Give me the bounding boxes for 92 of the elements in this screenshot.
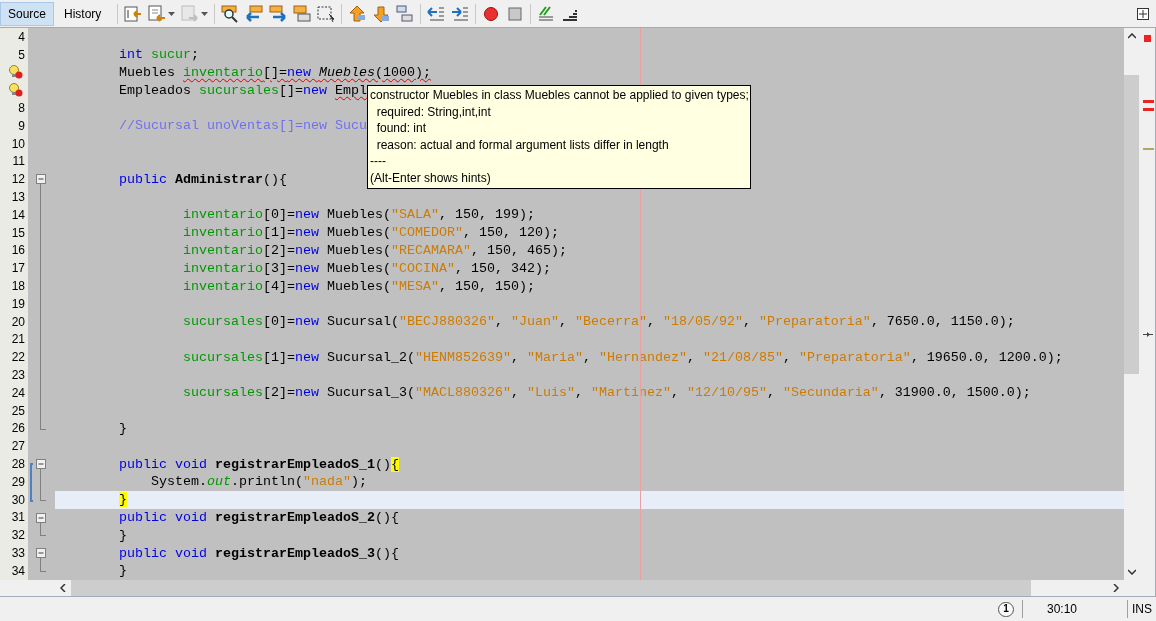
code-line: //Sucursal unoVentas[]=new Sucu [118, 117, 367, 135]
notification-bubble[interactable]: 1 [998, 601, 1014, 617]
code-line: inventario[3]=new Muebles("COCINA", 150, 342); [181, 259, 551, 277]
tooltip-line: constructor Muebles in class Muebles cannot be applied to given types; [370, 87, 748, 104]
scrollbar-thumb[interactable] [71, 580, 1031, 596]
lines-icon[interactable] [537, 4, 556, 23]
tooltip-line: found: int [375, 120, 428, 137]
line-number: 13 [11, 191, 25, 204]
line-number: 8 [18, 102, 25, 115]
chevron-down-icon [1128, 569, 1136, 575]
line-number: 34 [11, 564, 25, 577]
code-line: sucursales[1]=new Sucursal_2("HENM852639", "Maria", "Hernandez", "21/08/85", "Preparatoria", 19650.0, 1200.0); [181, 348, 1063, 366]
shapes-icon[interactable] [396, 4, 415, 23]
tooltip-line: ---- [370, 153, 387, 170]
scrollbar-thumb[interactable] [1124, 75, 1139, 374]
warning-bulb-icon[interactable] [8, 64, 24, 81]
left-arrow-icon[interactable] [245, 4, 264, 23]
tooltip-line: (Alt-Enter shows hints) [370, 169, 492, 187]
stacked-rectangles-icon[interactable] [293, 4, 312, 23]
line-number: 21 [11, 333, 25, 346]
warning-bulb-icon[interactable] [8, 82, 24, 99]
up-arrow-icon[interactable] [348, 4, 367, 23]
editor-tab[interactable]: History [56, 1, 110, 26]
line-number: 23 [11, 369, 25, 382]
last-edit-icon[interactable] [124, 4, 143, 23]
record-icon[interactable] [482, 4, 501, 23]
line-number: 27 [11, 440, 25, 453]
line-number: 28 [11, 458, 25, 470]
line-number: 18 [11, 280, 25, 293]
code-line: } [118, 526, 127, 544]
code-line: inventario[4]=new Muebles("MESA", 150, 150); [181, 277, 535, 295]
line-number: 9 [18, 119, 25, 132]
tooltip-line: required: String,int,int [375, 103, 492, 121]
dropdown-caret-icon[interactable] [168, 11, 176, 16]
selection-icon[interactable] [317, 4, 336, 23]
code-line: } [118, 419, 127, 437]
code-line: public Administrar(){ [118, 170, 287, 188]
line-number: 30 [11, 493, 25, 506]
line-number: 12 [11, 173, 25, 186]
stop-icon[interactable] [506, 4, 525, 23]
code-line: System.out.println("nada"); [149, 473, 367, 491]
code-line: public void registrarEmpleadoS_1(){ [118, 455, 399, 473]
line-number: 17 [11, 262, 25, 275]
search-icon[interactable] [221, 4, 240, 23]
shift-left-icon[interactable] [427, 4, 446, 23]
chevron-left-icon [60, 584, 66, 592]
fold-toggle-icon[interactable] [36, 174, 46, 185]
code-line: } [118, 562, 127, 580]
line-number: 4 [18, 30, 25, 43]
chevron-up-icon [1128, 33, 1136, 39]
dropdown-caret-icon[interactable] [201, 11, 209, 16]
code-line: public void registrarEmpleadoS_3(){ [118, 544, 399, 562]
insert-mode: INS [1131, 601, 1153, 618]
line-number: 19 [11, 297, 25, 310]
line-number: 11 [12, 155, 25, 168]
code-line: public void registrarEmpleadoS_2(){ [118, 508, 399, 526]
line-number: 16 [11, 244, 25, 257]
code-line: Muebles inventario[]=new Muebles(1000); [118, 64, 431, 81]
line-number: 29 [11, 475, 25, 488]
fold-toggle-icon[interactable] [36, 459, 46, 470]
line-number: 32 [11, 529, 25, 542]
notification-count: 1 [1003, 604, 1009, 614]
fold-toggle-icon[interactable] [36, 512, 46, 523]
code-line: sucursales[0]=new Sucursal("BECJ880326", "Juan", "Becerra", "18/05/92", "Preparatoria", 7650.0, 1150.0); [181, 313, 1015, 331]
editor-tab[interactable]: Source [0, 1, 55, 26]
down-arrow-icon[interactable] [372, 4, 391, 23]
line-number: 14 [11, 208, 25, 221]
code-line: inventario[2]=new Muebles("RECAMARA", 150, 465); [181, 241, 567, 259]
line-number: 5 [18, 48, 25, 61]
back-icon[interactable] [148, 4, 167, 23]
line-number: 15 [11, 226, 25, 239]
line-number: 31 [11, 511, 25, 524]
caret-position-icon [1143, 332, 1153, 337]
line-number: 25 [11, 404, 25, 417]
line-number: 10 [11, 137, 25, 150]
fold-toggle-icon[interactable] [36, 548, 46, 559]
tooltip-line: reason: actual and formal argument lists differ in length [375, 136, 670, 154]
line-number: 22 [11, 351, 25, 364]
code-line: inventario[1]=new Muebles("COMEDOR", 150, 120); [181, 224, 559, 242]
right-arrow-icon[interactable] [269, 4, 288, 23]
shift-right-icon[interactable] [451, 4, 470, 23]
line-number: 24 [11, 386, 25, 399]
maximize-icon[interactable] [1137, 7, 1149, 20]
caret-position: 30:10 [1045, 601, 1078, 618]
code-line: int sucur; [118, 46, 199, 64]
line-number: 26 [11, 422, 25, 435]
code-line: sucursales[2]=new Sucursal_3("MACL880326", "Luis", "Martinez", "12/10/95", "Secundaria", 31900.0, 1500.0); [181, 384, 1031, 402]
chevron-right-icon [1113, 584, 1119, 592]
line-number: 33 [11, 547, 25, 559]
code-line: Empleados sucursales[]=new Empl [118, 81, 367, 99]
line-number: 20 [11, 315, 25, 328]
code-line: inventario[0]=new Muebles("SALA", 150, 199); [181, 206, 535, 224]
